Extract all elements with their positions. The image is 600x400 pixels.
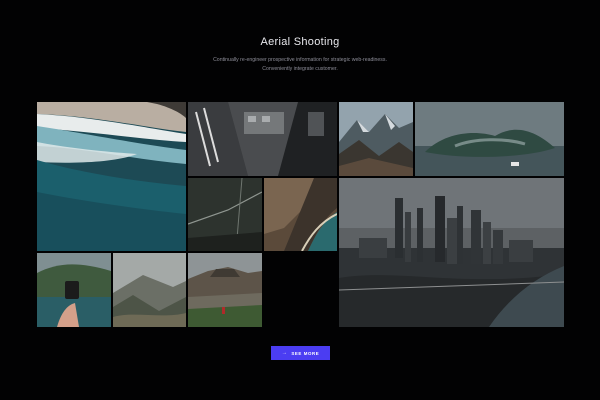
photo-volcano-hiker[interactable] bbox=[188, 253, 262, 327]
photo-foggy-mountains[interactable] bbox=[113, 253, 186, 327]
photo-city-skyline[interactable] bbox=[339, 178, 564, 327]
photo-dark-field-roads[interactable] bbox=[188, 178, 262, 251]
photo-misty-island[interactable] bbox=[415, 102, 564, 176]
photo-coastal-cliffs[interactable] bbox=[264, 178, 337, 251]
see-more-button[interactable]: → SEE MORE bbox=[271, 346, 330, 360]
see-more-label: SEE MORE bbox=[291, 350, 320, 356]
arrow-right-icon: → bbox=[281, 350, 288, 356]
photo-hand-holding-phone[interactable] bbox=[37, 253, 111, 327]
photo-beach-waves[interactable] bbox=[37, 102, 186, 251]
photo-gallery bbox=[0, 0, 600, 400]
photo-building-rooftop[interactable] bbox=[188, 102, 337, 176]
photo-mountain-peaks[interactable] bbox=[339, 102, 413, 176]
